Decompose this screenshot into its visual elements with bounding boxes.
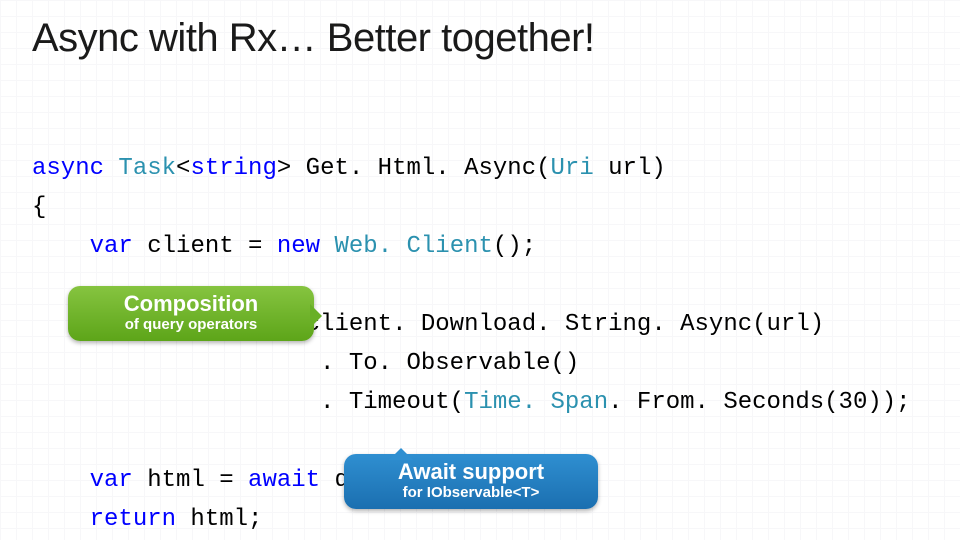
code-token: Uri <box>551 155 594 182</box>
code-token: Web. Client <box>334 233 492 260</box>
code-token: client = <box>133 233 277 260</box>
code-token: return <box>32 506 176 533</box>
code-token: (); <box>493 233 536 260</box>
code-token: var <box>32 233 133 260</box>
code-token: async <box>32 155 104 182</box>
code-token: string <box>190 155 276 182</box>
callout-await: Await support for IObservable<T> <box>344 454 598 509</box>
code-token: > Get. Html. Async( <box>277 155 551 182</box>
callout-composition: Composition of query operators <box>68 286 314 341</box>
code-token: Task <box>104 155 176 182</box>
code-token: html = <box>133 467 248 494</box>
callout-subtitle: for IObservable<T> <box>358 484 584 501</box>
code-token <box>320 233 334 260</box>
code-token: Time. Span <box>464 389 608 416</box>
code-token: await <box>248 467 320 494</box>
code-token: . From. Seconds(30)); <box>608 389 910 416</box>
callout-title: Composition <box>82 292 300 316</box>
code-token: . Timeout( <box>32 389 464 416</box>
code-token: < <box>176 155 190 182</box>
code-token: url) <box>594 155 666 182</box>
callout-subtitle: of query operators <box>82 316 300 333</box>
code-token: var <box>32 467 133 494</box>
code-token: html; <box>176 506 262 533</box>
slide-title: Async with Rx… Better together! <box>32 16 595 61</box>
code-token: { <box>32 194 46 221</box>
callout-title: Await support <box>358 460 584 484</box>
code-token: . To. Observable() <box>32 350 579 377</box>
code-token: new <box>277 233 320 260</box>
